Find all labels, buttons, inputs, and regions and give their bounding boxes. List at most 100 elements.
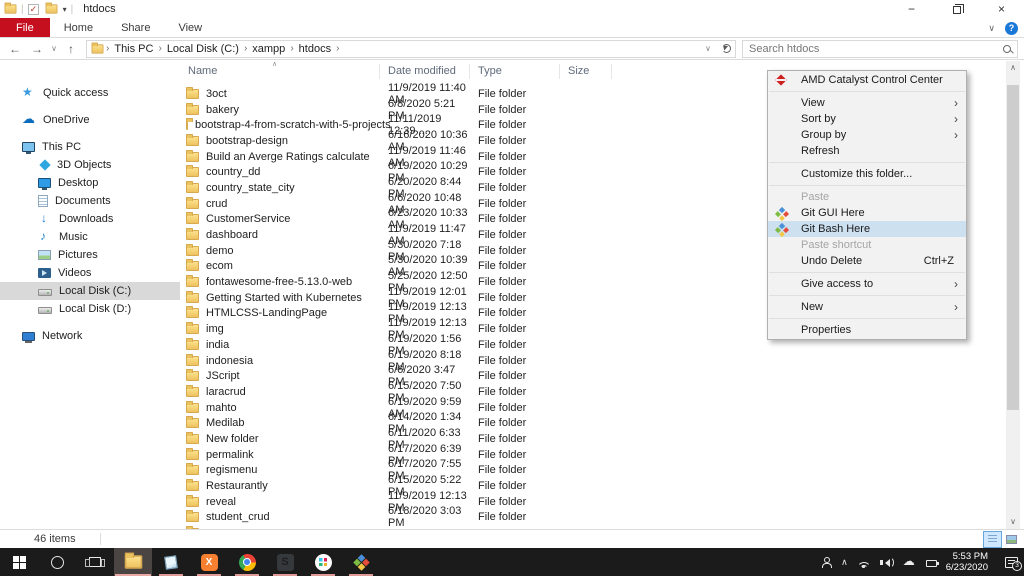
taskbar-cortana-button[interactable]: [38, 548, 76, 576]
sidebar-item-downloads[interactable]: Downloads: [0, 210, 180, 228]
sidebar-item-desktop[interactable]: Desktop: [0, 174, 180, 192]
taskbar-git-gui[interactable]: [342, 548, 380, 576]
expand-ribbon-chevron-icon[interactable]: ∨: [988, 23, 995, 34]
sidebar-item-videos[interactable]: Videos: [0, 264, 180, 282]
menu-item-view[interactable]: View›: [768, 95, 966, 111]
column-header-date-modified[interactable]: Date modified: [380, 64, 470, 79]
menu-item-refresh[interactable]: Refresh: [768, 143, 966, 159]
taskbar-task-view-button[interactable]: [76, 548, 114, 576]
sidebar-item-documents[interactable]: Documents: [0, 192, 180, 210]
taskbar-chrome[interactable]: [228, 548, 266, 576]
sidebar-item-quick-access[interactable]: Quick access: [0, 84, 180, 102]
sidebar-item-music[interactable]: Music: [0, 228, 180, 246]
sidebar-item-onedrive[interactable]: OneDrive: [0, 111, 180, 129]
menu-item-paste: Paste: [768, 189, 966, 205]
file-row-laracrud[interactable]: laracrud6/15/2020 7:50 PMFile folder: [180, 384, 1024, 400]
volume-icon[interactable]: [880, 557, 894, 568]
file-row-jscript[interactable]: JScript6/6/2020 3:47 PMFile folder: [180, 368, 1024, 384]
menu-item-label: Properties: [801, 324, 851, 336]
people-icon[interactable]: [821, 557, 832, 568]
address-dropdown-chevron-icon[interactable]: ∨: [702, 44, 714, 53]
wifi-icon[interactable]: [857, 557, 871, 568]
file-row-new-folder[interactable]: New folder6/11/2020 6:33 PMFile folder: [180, 431, 1024, 447]
file-row-medilab[interactable]: Medilab6/14/2020 1:34 PMFile folder: [180, 415, 1024, 431]
qat-customize-chevron-icon[interactable]: ▾: [63, 5, 67, 14]
download-arrow-icon: [38, 213, 52, 226]
breadcrumb-local-disk-c[interactable]: Local Disk (C:): [164, 43, 242, 55]
battery-icon[interactable]: [926, 560, 937, 567]
tab-file[interactable]: File: [0, 18, 50, 37]
folder-icon: [186, 450, 199, 460]
sidebar-item-local-disk-d[interactable]: Local Disk (D:): [0, 300, 180, 318]
back-button[interactable]: ←: [4, 42, 26, 56]
scroll-up-arrow-icon[interactable]: ∧: [1006, 61, 1020, 75]
column-header-size[interactable]: Size: [560, 64, 612, 79]
tab-share[interactable]: Share: [107, 18, 164, 37]
taskbar-notepad[interactable]: [152, 548, 190, 576]
file-name: Getting Started with Kubernetes: [206, 292, 362, 304]
sidebar-item-network[interactable]: Network: [0, 327, 180, 345]
address-bar[interactable]: › This PC › Local Disk (C:) › xampp › ht…: [86, 40, 736, 58]
thumbnail-view-button[interactable]: [1003, 532, 1020, 547]
taskbar-start-button[interactable]: [0, 548, 38, 576]
tab-home[interactable]: Home: [50, 18, 107, 37]
folder-icon: [186, 481, 199, 491]
column-header-name[interactable]: Name: [180, 64, 380, 79]
new-folder-icon[interactable]: [45, 4, 57, 13]
file-name: student_crud: [206, 511, 270, 523]
folder-icon: [186, 403, 199, 413]
menu-item-sort-by[interactable]: Sort by›: [768, 111, 966, 127]
refresh-icon[interactable]: [722, 44, 731, 53]
file-row-regismenu[interactable]: regismenu6/17/2020 7:55 PMFile folder: [180, 463, 1024, 479]
file-row-student-crud[interactable]: student_crud6/18/2020 3:03 PMFile folder: [180, 510, 1024, 526]
forward-button[interactable]: →: [26, 42, 48, 56]
taskbar-slack[interactable]: [304, 548, 342, 576]
taskbar-xampp[interactable]: [190, 548, 228, 576]
breadcrumb-htdocs[interactable]: htdocs: [296, 43, 334, 55]
menu-item-give-access-to[interactable]: Give access to›: [768, 276, 966, 292]
column-header-type[interactable]: Type: [470, 64, 560, 79]
up-button[interactable]: ↑: [60, 42, 82, 56]
file-name: JScript: [206, 370, 240, 382]
sidebar-item-pictures[interactable]: Pictures: [0, 246, 180, 264]
menu-item-git-bash-here[interactable]: Git Bash Here: [768, 221, 966, 237]
details-view-button[interactable]: [984, 532, 1001, 547]
folder-icon: [186, 371, 199, 381]
submenu-arrow-icon: ›: [954, 111, 958, 127]
sidebar-item-this-pc[interactable]: This PC: [0, 138, 180, 156]
taskbar-sublime-text[interactable]: [266, 548, 304, 576]
recent-locations-chevron-icon[interactable]: ∨: [48, 44, 60, 53]
file-row-reveal[interactable]: reveal11/9/2019 12:13 PMFile folder: [180, 494, 1024, 510]
restore-button[interactable]: [934, 0, 979, 18]
scroll-down-arrow-icon[interactable]: ∨: [1006, 515, 1020, 529]
sidebar-item-3d-objects[interactable]: 3D Objects: [0, 156, 180, 174]
file-row-mahto[interactable]: mahto6/19/2020 9:59 AMFile folder: [180, 400, 1024, 416]
taskbar-file-explorer[interactable]: [114, 548, 152, 576]
action-center-icon[interactable]: 3: [1005, 557, 1018, 568]
file-row-restaurantly[interactable]: Restaurantly6/15/2020 5:22 PMFile folder: [180, 478, 1024, 494]
breadcrumb-xampp[interactable]: xampp: [249, 43, 288, 55]
help-icon[interactable]: ?: [1005, 22, 1018, 35]
properties-check-icon[interactable]: [28, 4, 39, 15]
tab-view[interactable]: View: [164, 18, 216, 37]
menu-item-new[interactable]: New›: [768, 299, 966, 315]
show-hidden-icons-chevron-icon[interactable]: ∧: [841, 557, 848, 568]
menu-item-group-by[interactable]: Group by›: [768, 127, 966, 143]
onedrive-tray-icon[interactable]: [903, 556, 917, 568]
search-input[interactable]: Search htdocs: [742, 40, 1018, 58]
monitor-dark-icon: [22, 142, 35, 152]
menu-item-properties[interactable]: Properties: [768, 322, 966, 338]
menu-item-amd-catalyst-control-center[interactable]: AMD Catalyst Control Center: [768, 72, 966, 88]
vertical-scrollbar[interactable]: ∧ ∨: [1006, 61, 1020, 529]
file-row-permalink[interactable]: permalink6/17/2020 6:39 PMFile folder: [180, 447, 1024, 463]
file-row-indonesia[interactable]: indonesia6/19/2020 8:18 PMFile folder: [180, 353, 1024, 369]
menu-item-undo-delete[interactable]: Undo DeleteCtrl+Z: [768, 253, 966, 269]
menu-item-customize-this-folder[interactable]: Customize this folder...: [768, 166, 966, 182]
close-button[interactable]: ×: [979, 0, 1024, 18]
scrollbar-thumb[interactable]: [1007, 85, 1019, 410]
minimize-button[interactable]: −: [889, 0, 934, 18]
breadcrumb-this-pc[interactable]: This PC: [111, 43, 156, 55]
sidebar-item-local-disk-c[interactable]: Local Disk (C:): [0, 282, 180, 300]
taskbar-clock[interactable]: 5:53 PM 6/23/2020: [946, 551, 988, 573]
menu-item-git-gui-here[interactable]: Git GUI Here: [768, 205, 966, 221]
